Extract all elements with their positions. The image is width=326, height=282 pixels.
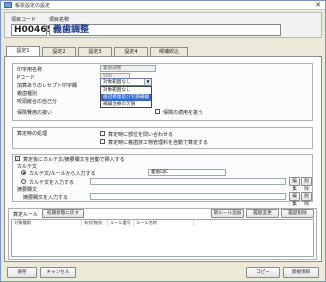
footer-bar: 保存 キャンセル コピー 新規項目 [4,264,322,280]
ask-site-checkbox[interactable] [100,131,105,136]
print-name-label: 印字用名称 [17,67,43,73]
karte-manual-label: カルテ文を入力する [29,180,75,186]
table-header: 対象種類 [12,220,82,226]
karte-manual-radio[interactable] [21,179,26,184]
pay-checkbox-label: 保険の適用を扱う [163,110,204,116]
karte-rule-label: カルテ文/ルールから入力する [29,171,96,177]
karte-rule-select-value: 義歯DJC [151,170,169,175]
rules-label: 算定ルール [13,212,39,218]
pay-label: 保険費用の扱い [17,110,53,116]
occlusion-label: 咬頭嵌合の自己分 [17,99,58,105]
print-name-field[interactable]: 義歯調整 [100,65,156,72]
chevron-down-icon[interactable]: ▼ [144,79,151,85]
close-icon[interactable]: ✕ [315,1,321,9]
karte-text-input[interactable] [90,178,286,185]
copy-button[interactable]: コピー [246,267,280,278]
receipt-option[interactable]: 補綴治療の欠損 [101,101,151,108]
karte-label: カルテ文 [17,164,38,170]
table-header: ルール番号 [108,220,134,226]
table-header: 有効/無効 [82,220,108,226]
item-name-field[interactable]: 義歯調整 [49,24,281,36]
receipt-options-list[interactable]: 対象範囲なし 歯冠修復及び欠損補綴 補綴治療の欠損 [100,86,152,108]
settings-panel: 印字用名称 義歯調整 Pコード 500 加算ありのレセプト印字欄 対象範囲なし … [4,56,322,262]
tekiyo-text-input[interactable] [90,193,286,200]
auto-insert-checkbox[interactable]: ✓ [15,156,20,161]
delete-history-button[interactable]: 履歴削除 [281,209,314,218]
karte-rule-radio[interactable] [21,170,26,175]
ask-site-label: 算定時に部位を問い合わせる [108,132,174,138]
tekiyo-delete-button[interactable]: 削除 [301,192,312,207]
karte-rule-select[interactable]: 義歯DJC [148,169,226,176]
pay-checkbox[interactable] [155,109,160,114]
change-history-button[interactable]: 履歴変更 [246,209,279,218]
item-header: 項目コード 項目名称 H00465 義歯調整 [4,12,322,38]
rules-table[interactable]: 対象種類 有効/無効 ルール番号 ルール名称 [11,219,314,257]
receipt-select[interactable]: 対象範囲なし ▼ [100,78,152,86]
receipt-label: 加算ありのレセプト印字欄 [17,83,78,89]
auto-calc-label: 算定時に義歯技工物管理料を自動で算定する [108,140,209,146]
code-label: 項目コード [11,17,37,23]
save-button[interactable]: 保存 [7,267,37,278]
pcode-label: Pコード [17,75,36,81]
add-rule-button[interactable]: 新ルール追加 [211,209,244,218]
tekiyo-label: 摘要欄文 [17,187,38,193]
tekiyo-edit-button[interactable]: 編集 [289,192,300,207]
table-header: ルール名称 [134,220,194,226]
receipt-select-value: 対象範囲なし [103,80,131,85]
tekiyo-input-label: 摘要欄文を入力する [23,195,69,201]
auto-insert-label: 算定後にカルテ文/摘要欄文を自動で挿入する [23,157,125,163]
item-code-field[interactable]: H00465 [11,24,53,36]
new-item-button[interactable]: 新規項目 [283,267,319,278]
cancel-button[interactable]: キャンセル [40,267,76,278]
karte-delete-button[interactable]: 削除 [301,177,312,192]
title-bar: 帳票設定の設定 ✕ [1,1,325,10]
app-icon [4,2,12,8]
receipt-option[interactable]: 対象範囲なし [101,87,151,94]
reset-rules-button[interactable]: 初期状態に戻す [42,209,84,218]
denture-type-label: 義歯種別 [17,91,38,97]
karte-edit-button[interactable]: 編集 [289,177,300,192]
receipt-option-selected[interactable]: 歯冠修復及び欠損補綴 [101,94,151,101]
calc-label: 算定時の処理 [17,131,48,137]
settings-window: 帳票設定の設定 ✕ 項目コード 項目名称 H00465 義歯調整 設定1 設定2… [0,0,326,282]
window-title: 帳票設定の設定 [15,3,51,9]
auto-calc-checkbox[interactable] [100,139,105,144]
name-label: 項目名称 [49,17,70,23]
